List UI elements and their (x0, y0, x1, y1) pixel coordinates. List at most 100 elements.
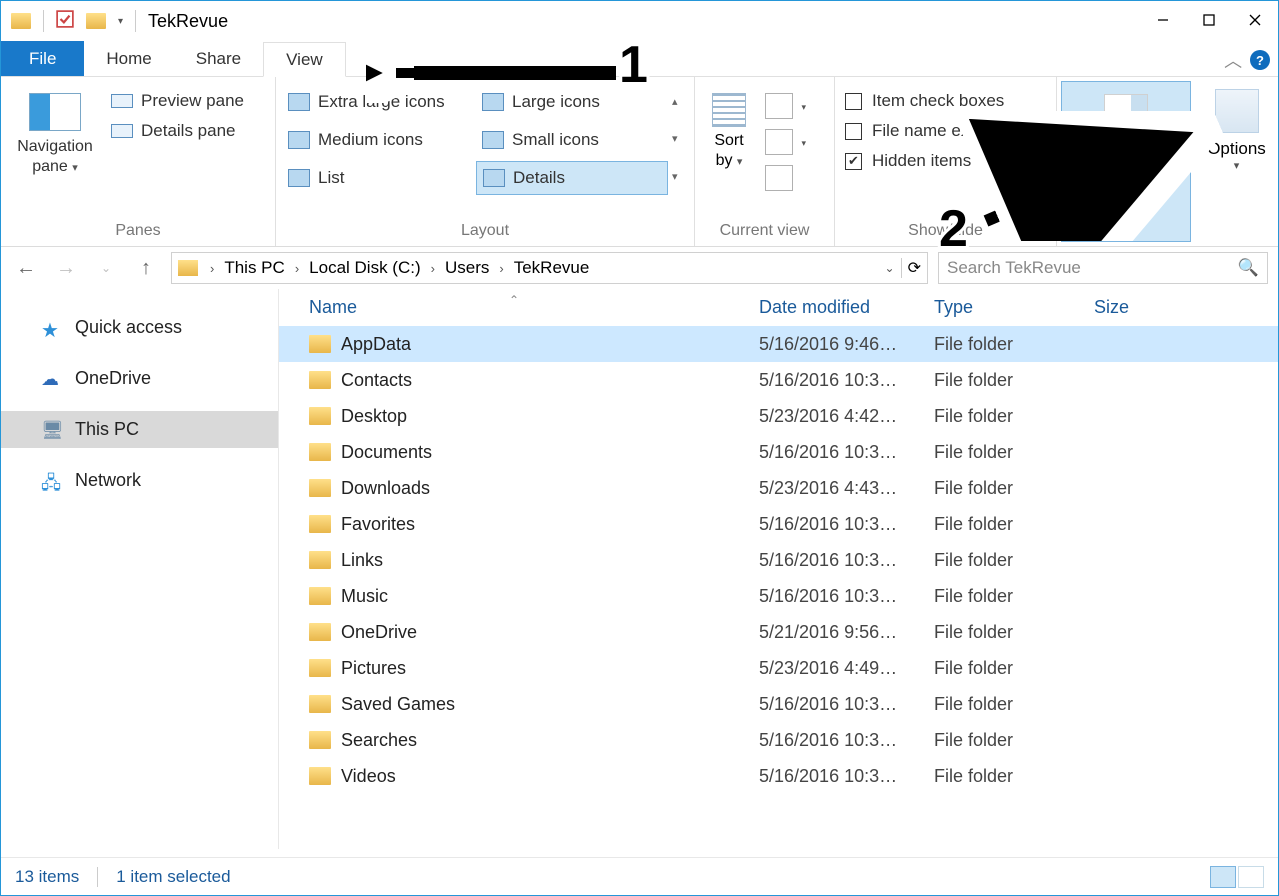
layout-list[interactable]: List (282, 161, 474, 195)
table-row[interactable]: Links5/16/2016 10:3…File folder (279, 542, 1278, 578)
qat-dropdown-icon[interactable]: ▾ (118, 16, 123, 27)
breadcrumb-separator-icon[interactable]: › (495, 261, 507, 276)
details-pane-button[interactable]: Details pane (111, 121, 244, 141)
search-box[interactable]: Search TekRevue 🔍 (938, 252, 1268, 284)
back-button[interactable]: ← (11, 253, 41, 283)
sidebar-item-network[interactable]: 🖧Network (1, 462, 278, 499)
tab-file[interactable]: File (1, 41, 84, 76)
folder-icon (309, 551, 331, 569)
window-title: TekRevue (148, 11, 228, 32)
layout-scroll[interactable]: ▴▾▾ (668, 83, 688, 195)
tab-share[interactable]: Share (174, 41, 263, 76)
details-pane-icon (111, 124, 133, 138)
preview-pane-button[interactable]: Preview pane (111, 91, 244, 111)
breadcrumb-this-pc[interactable]: This PC (218, 258, 290, 278)
recent-locations-button[interactable]: ⌄ (91, 253, 121, 283)
address-bar[interactable]: › This PC › Local Disk (C:) › Users › Te… (171, 252, 928, 284)
breadcrumb-separator-icon[interactable]: › (206, 261, 218, 276)
view-large-icons-button[interactable] (1238, 866, 1264, 888)
group-label-layout: Layout (282, 218, 688, 246)
table-row[interactable]: Downloads5/23/2016 4:43…File folder (279, 470, 1278, 506)
file-type-cell: File folder (934, 442, 1094, 463)
close-button[interactable] (1232, 1, 1278, 39)
status-selected-count: 1 item selected (116, 867, 230, 887)
table-row[interactable]: Favorites5/16/2016 10:3…File folder (279, 506, 1278, 542)
refresh-icon[interactable]: ⟳ (908, 258, 921, 278)
column-header-size[interactable]: Size (1094, 297, 1194, 318)
layout-icon (482, 131, 504, 149)
minimize-button[interactable] (1140, 1, 1186, 39)
hide-selected-label: Hide selecteditems (1078, 154, 1175, 194)
sidebar-item-label: OneDrive (75, 368, 151, 389)
chevron-up-icon: ▴ (672, 95, 688, 108)
table-row[interactable]: OneDrive5/21/2016 9:56…File folder (279, 614, 1278, 650)
file-name-label: Searches (341, 730, 417, 751)
file-name-label: Links (341, 550, 383, 571)
folder-icon (309, 371, 331, 389)
options-button[interactable]: Options ▾ (1207, 83, 1266, 172)
folder-icon (309, 623, 331, 641)
file-name-extensions-checkbox[interactable]: File name extensions (845, 121, 1046, 141)
table-row[interactable]: Desktop5/23/2016 4:42…File folder (279, 398, 1278, 434)
file-rows[interactable]: AppData5/16/2016 9:46…File folderContact… (279, 326, 1278, 820)
navigation-pane-button[interactable]: Navigationpane ▾ (7, 87, 103, 178)
breadcrumb-separator-icon[interactable]: › (427, 261, 439, 276)
breadcrumb-local-disk[interactable]: Local Disk (C:) (303, 258, 426, 278)
collapse-ribbon-icon[interactable]: 〈 (1220, 51, 1246, 69)
tab-view[interactable]: View (263, 42, 346, 77)
breadcrumb-users[interactable]: Users (439, 258, 495, 278)
item-check-boxes-checkbox[interactable]: Item check boxes (845, 91, 1046, 111)
table-row[interactable]: Saved Games5/16/2016 10:3…File folder (279, 686, 1278, 722)
layout-large-icons[interactable]: Large icons (476, 85, 668, 119)
add-columns-button[interactable]: ▾ (765, 129, 793, 155)
column-header-type[interactable]: Type (934, 297, 1094, 318)
folder-icon (309, 407, 331, 425)
sort-by-button[interactable]: Sortby ▾ (701, 87, 757, 191)
group-label-show-hide: Show/hide (841, 218, 1050, 246)
maximize-button[interactable] (1186, 1, 1232, 39)
column-header-name[interactable]: Name⌃ (309, 297, 759, 318)
folder-icon (309, 659, 331, 677)
file-date-cell: 5/16/2016 10:3… (759, 550, 934, 571)
up-button[interactable]: ↑ (131, 253, 161, 283)
new-folder-icon[interactable] (86, 13, 106, 29)
help-icon[interactable]: ? (1250, 50, 1270, 70)
breadcrumb-separator-icon[interactable]: › (291, 261, 303, 276)
folder-icon (309, 335, 331, 353)
table-row[interactable]: Searches5/16/2016 10:3…File folder (279, 722, 1278, 758)
layout-extra-large-icons[interactable]: Extra large icons (282, 85, 474, 119)
sort-by-icon (712, 93, 746, 127)
properties-icon[interactable] (56, 10, 74, 33)
tab-home[interactable]: Home (84, 41, 173, 76)
group-by-button[interactable]: ▾ (765, 93, 793, 119)
sidebar-item-this-pc[interactable]: 🖥This PC (1, 411, 278, 448)
sidebar-item-quick-access[interactable]: ★Quick access (1, 309, 278, 346)
details-pane-label: Details pane (141, 121, 236, 141)
layout-details[interactable]: Details (476, 161, 668, 195)
address-history-dropdown-icon[interactable]: ⌄ (885, 261, 895, 275)
column-header-date[interactable]: Date modified (759, 297, 934, 318)
forward-button[interactable]: → (51, 253, 81, 283)
table-row[interactable]: Music5/16/2016 10:3…File folder (279, 578, 1278, 614)
sidebar-item-onedrive[interactable]: ☁OneDrive (1, 360, 278, 397)
layout-small-icons[interactable]: Small icons (476, 123, 668, 157)
navigation-pane-icon (29, 93, 81, 131)
layout-medium-icons[interactable]: Medium icons (282, 123, 474, 157)
star-icon: ★ (41, 318, 63, 338)
view-details-button[interactable] (1210, 866, 1236, 888)
table-row[interactable]: Documents5/16/2016 10:3…File folder (279, 434, 1278, 470)
hide-selected-items-button[interactable]: Hide selecteditems (1061, 81, 1191, 242)
title-bar: ▾ TekRevue (1, 1, 1278, 41)
ribbon-group-current-view: Sortby ▾ ▾ ▾ Current view (695, 77, 835, 246)
table-row[interactable]: Pictures5/23/2016 4:49…File folder (279, 650, 1278, 686)
table-row[interactable]: AppData5/16/2016 9:46…File folder (279, 326, 1278, 362)
hidden-items-checkbox[interactable]: ✔Hidden items (845, 151, 1046, 171)
table-row[interactable]: Contacts5/16/2016 10:3…File folder (279, 362, 1278, 398)
file-list-pane: Name⌃ Date modified Type Size AppData5/1… (279, 289, 1278, 849)
breadcrumb-tekrevue[interactable]: TekRevue (508, 258, 596, 278)
hide-selected-icon (1104, 94, 1148, 148)
size-columns-button[interactable] (765, 165, 793, 191)
file-type-cell: File folder (934, 586, 1094, 607)
chevron-down-icon: ▾ (672, 132, 688, 145)
table-row[interactable]: Videos5/16/2016 10:3…File folder (279, 758, 1278, 794)
